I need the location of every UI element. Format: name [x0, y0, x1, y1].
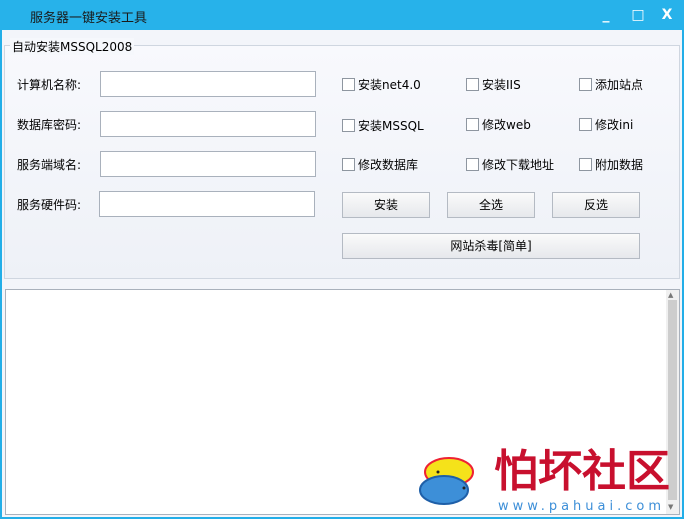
computer-name-input[interactable] [100, 71, 316, 97]
checkbox-label: 安装MSSQL [358, 119, 424, 133]
checkbox-box[interactable] [342, 119, 355, 132]
groupbox-title: 自动安装MSSQL2008 [10, 38, 135, 55]
hardware-code-label: 服务硬件码: [17, 198, 82, 212]
svg-text:怕坏社区: 怕坏社区 [494, 446, 669, 497]
window-title: 服务器一键安装工具 [30, 11, 148, 26]
maximize-button[interactable]: □ [628, 6, 648, 24]
checkbox-box[interactable] [466, 78, 479, 91]
computer-name-label: 计算机名称: [17, 78, 82, 92]
close-button[interactable]: X [657, 6, 677, 24]
checkbox-add-site[interactable]: 添加站点 [579, 76, 643, 93]
server-domain-label: 服务端域名: [17, 158, 82, 172]
checkbox-label: 添加站点 [595, 78, 644, 92]
db-password-label: 数据库密码: [17, 118, 82, 132]
checkbox-box[interactable] [579, 158, 592, 171]
checkbox-install-mssql[interactable]: 安装MSSQL [342, 117, 424, 134]
checkbox-label: 修改web [482, 118, 531, 132]
select-all-button[interactable]: 全选 [447, 192, 535, 218]
db-password-input[interactable] [100, 111, 316, 137]
checkbox-box[interactable] [579, 78, 592, 91]
scroll-up-icon[interactable]: ▲ [668, 291, 673, 299]
checkbox-label: 附加数据 [595, 158, 644, 172]
checkbox-box[interactable] [342, 78, 355, 91]
checkbox-label: 安装net4.0 [358, 78, 421, 92]
checkbox-label: 修改数据库 [358, 158, 419, 172]
checkbox-attach-data[interactable]: 附加数据 [579, 156, 643, 173]
checkbox-install-iis[interactable]: 安装IIS [466, 76, 521, 93]
invert-selection-button[interactable]: 反选 [552, 192, 640, 218]
checkbox-modify-ini[interactable]: 修改ini [579, 116, 633, 133]
checkbox-install-net4[interactable]: 安装net4.0 [342, 76, 421, 93]
checkbox-modify-db[interactable]: 修改数据库 [342, 156, 418, 173]
svg-text:www.pahuai.com: www.pahuai.com [498, 499, 665, 514]
checkbox-box[interactable] [466, 158, 479, 171]
checkbox-label: 修改ini [595, 118, 634, 132]
antivirus-button[interactable]: 网站杀毒[简单] [342, 233, 640, 259]
scrollbar-thumb[interactable] [668, 300, 677, 500]
install-button[interactable]: 安装 [342, 192, 430, 218]
watermark-logo: 怕坏社区 www.pahuai.com [414, 442, 670, 514]
checkbox-modify-web[interactable]: 修改web [466, 116, 531, 133]
checkbox-box[interactable] [466, 118, 479, 131]
minimize-button[interactable]: _ [596, 6, 616, 24]
fish-logo-icon: 怕坏社区 www.pahuai.com [419, 446, 670, 514]
checkbox-modify-download[interactable]: 修改下载地址 [466, 156, 554, 173]
server-domain-input[interactable] [100, 151, 316, 177]
hardware-code-input[interactable] [99, 191, 315, 217]
checkbox-label: 安装IIS [482, 78, 521, 92]
checkbox-box[interactable] [579, 118, 592, 131]
checkbox-label: 修改下载地址 [482, 158, 555, 172]
checkbox-box[interactable] [342, 158, 355, 171]
